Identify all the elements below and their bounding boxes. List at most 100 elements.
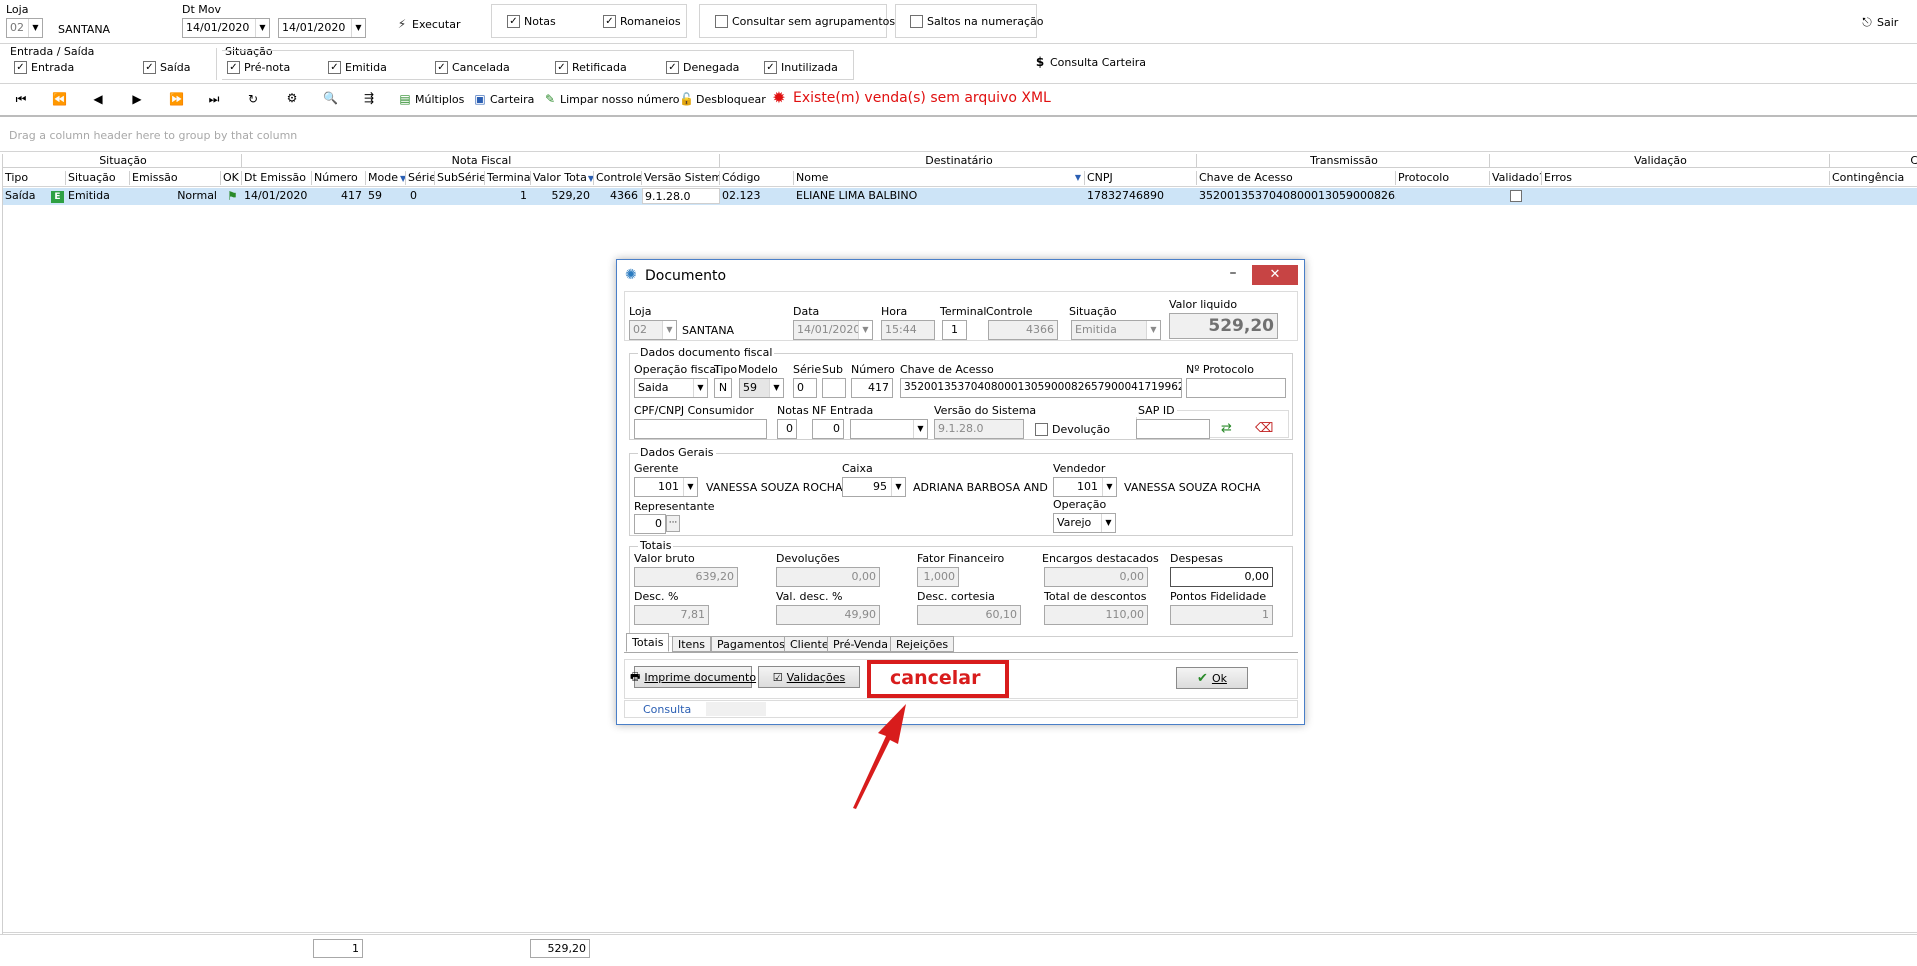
date-from-picker[interactable]: 14/01/2020 ▼ [182,18,270,38]
operacao-select[interactable]: Varejo ▼ [1053,513,1116,533]
minimize-button[interactable]: – [1223,264,1243,284]
col-cnpj[interactable]: CNPJ [1085,171,1197,185]
devolucao-checkbox[interactable]: Devolução [1035,423,1110,436]
executar-button[interactable]: ⚡ Executar [395,17,461,31]
chave-input[interactable]: 3520013537040800013059000826579000417199… [900,378,1182,398]
tab-pagamentos[interactable]: Pagamentos [711,636,791,652]
col-subserie[interactable]: SubSérie [435,171,485,185]
close-button[interactable]: ✕ [1252,265,1298,285]
col-serie[interactable]: Série [406,171,435,185]
col-erros[interactable]: Erros [1542,171,1830,185]
limpar-button[interactable]: ✎ Limpar nosso número [543,92,680,106]
vendedor-code: 101 [1077,480,1098,493]
validado-checkbox[interactable] [1508,188,1524,204]
saltos-checkbox[interactable]: Saltos na numeração [910,15,1043,28]
vendedor-select[interactable]: 101 ▼ [1053,477,1117,497]
col-nome[interactable]: Nome ▼ [794,171,1085,185]
cancelada-checkbox[interactable]: ✓ Cancelada [435,61,510,74]
entrada-checkbox[interactable]: ✓ Entrada [14,61,74,74]
sap-send-icon[interactable]: ⇄ [1221,421,1232,436]
multiplos-button[interactable]: ▤ Múltiplos [398,92,464,106]
last-record-button[interactable]: ⏭ [207,92,221,106]
emitida-checkbox[interactable]: ✓ Emitida [328,61,387,74]
dollar-icon: $ [1035,55,1045,69]
col-versao[interactable]: Versão Sistema [642,171,720,185]
carteira-button[interactable]: ▣ Carteira [473,92,534,106]
prenota-label: Pré-nota [244,61,291,74]
col-protocolo[interactable]: Protocolo [1396,171,1490,185]
dlg-loja-select[interactable]: 02 ▼ [629,320,677,340]
band-validacao: Validação [1490,154,1830,168]
col-numero[interactable]: Número [312,171,366,185]
consultar-sem-agrup-checkbox[interactable]: Consultar sem agrupamentos [715,15,895,28]
col-chave[interactable]: Chave de Acesso [1197,171,1396,185]
ok-button[interactable]: ✔ Ok [1176,667,1248,689]
denegada-checkbox[interactable]: ✓ Denegada [666,61,739,74]
group-by-panel[interactable]: Drag a column header here to group by th… [0,118,1917,151]
sapid-input[interactable] [1136,419,1210,439]
validacoes-button[interactable]: ☑ Validações [758,666,860,688]
col-tipo[interactable]: Tipo [3,171,66,185]
next-page-button[interactable]: ⏩ [169,92,184,106]
config-button[interactable]: ⚙ [285,91,299,105]
desbloquear-button[interactable]: 🔓 Desbloquear [679,92,766,106]
next-record-button[interactable]: ▶ [130,92,144,106]
first-record-button[interactable]: ⏮ [14,92,28,106]
dlg-terminal-input[interactable]: 1 [942,320,967,340]
col-codigo[interactable]: Código [720,171,794,185]
cell-versao[interactable]: 9.1.28.0 [642,188,720,204]
devolucoes-label: Devoluções [776,552,840,565]
tab-itens[interactable]: Itens [672,636,712,652]
loja-select[interactable]: 02 ▼ [6,18,43,38]
operacao-fiscal-value: Saida [638,381,669,394]
prenota-checkbox[interactable]: ✓ Pré-nota [227,61,290,74]
modelo-select[interactable]: 59 ▼ [739,378,784,398]
cpf-input[interactable] [634,419,767,439]
col-controle[interactable]: Controle [594,171,642,185]
saida-checkbox[interactable]: ✓ Saída [143,61,191,74]
col-terminal[interactable]: Terminal [485,171,531,185]
refresh-button[interactable]: ↻ [246,92,260,106]
prev-page-button[interactable]: ⏪ [52,92,67,106]
imprime-button[interactable]: 🖶 Imprime documento [630,666,756,688]
gerente-select[interactable]: 101 ▼ [634,477,698,497]
tab-rejeicoes[interactable]: Rejeições [890,636,955,652]
sub-input[interactable] [822,378,846,398]
col-ok[interactable]: OK [221,171,242,185]
col-emissao[interactable]: Emissão [130,171,221,185]
notas-checkbox[interactable]: ✓ Notas [507,15,556,28]
tab-pre-venda[interactable]: Pré-Venda [827,636,894,652]
dlg-hora-input[interactable]: 15:44 [881,320,935,340]
caixa-select[interactable]: 95 ▼ [842,477,906,497]
col-dt-emissao[interactable]: Dt Emissão [242,171,312,185]
preview-button[interactable]: 🔍 [323,91,338,105]
col-valor-total[interactable]: Valor Tota▼ [531,171,594,185]
tipo-input[interactable]: N [714,378,732,398]
retificada-checkbox[interactable]: ✓ Retificada [555,61,627,74]
col-modelo[interactable]: Mode ▼ [366,171,406,185]
representante-input[interactable]: 0 [634,514,666,534]
more-icon[interactable]: ··· [666,515,680,532]
romaneios-checkbox[interactable]: ✓ Romaneios [603,15,681,28]
serie-input[interactable]: 0 [793,378,817,398]
consulta-carteira-button[interactable]: $ Consulta Carteira [1033,55,1146,69]
export-button[interactable]: ⇶ [362,91,376,105]
despesas-input[interactable]: 0,00 [1170,567,1273,587]
operacao-fiscal-select[interactable]: Saida ▼ [634,378,708,398]
sap-delete-icon[interactable]: ⌫ [1255,421,1273,436]
col-situacao[interactable]: Situação [66,171,130,185]
table-row[interactable]: Saída E Emitida Normal ⚑ 14/01/2020 417 … [3,188,1917,205]
notas-input[interactable]: 0 [777,419,797,439]
col-validado[interactable]: Validado? [1490,171,1542,185]
date-to-picker[interactable]: 14/01/2020 ▼ [278,18,366,38]
col-contingencia[interactable]: Contingência [1830,171,1917,185]
nf-entrada-input[interactable]: 0 [812,419,844,439]
protocolo-input[interactable] [1186,378,1286,398]
prev-record-button[interactable]: ◀ [91,92,105,106]
nf-entrada-select[interactable]: ▼ [850,419,928,439]
numero-input[interactable]: 417 [851,378,893,398]
tab-totais[interactable]: Totais [626,633,670,652]
sair-button[interactable]: ⎋ Sair [1860,15,1898,29]
dlg-data-picker[interactable]: 14/01/2020 ▼ [793,320,873,340]
inutilizada-checkbox[interactable]: ✓ Inutilizada [764,61,838,74]
